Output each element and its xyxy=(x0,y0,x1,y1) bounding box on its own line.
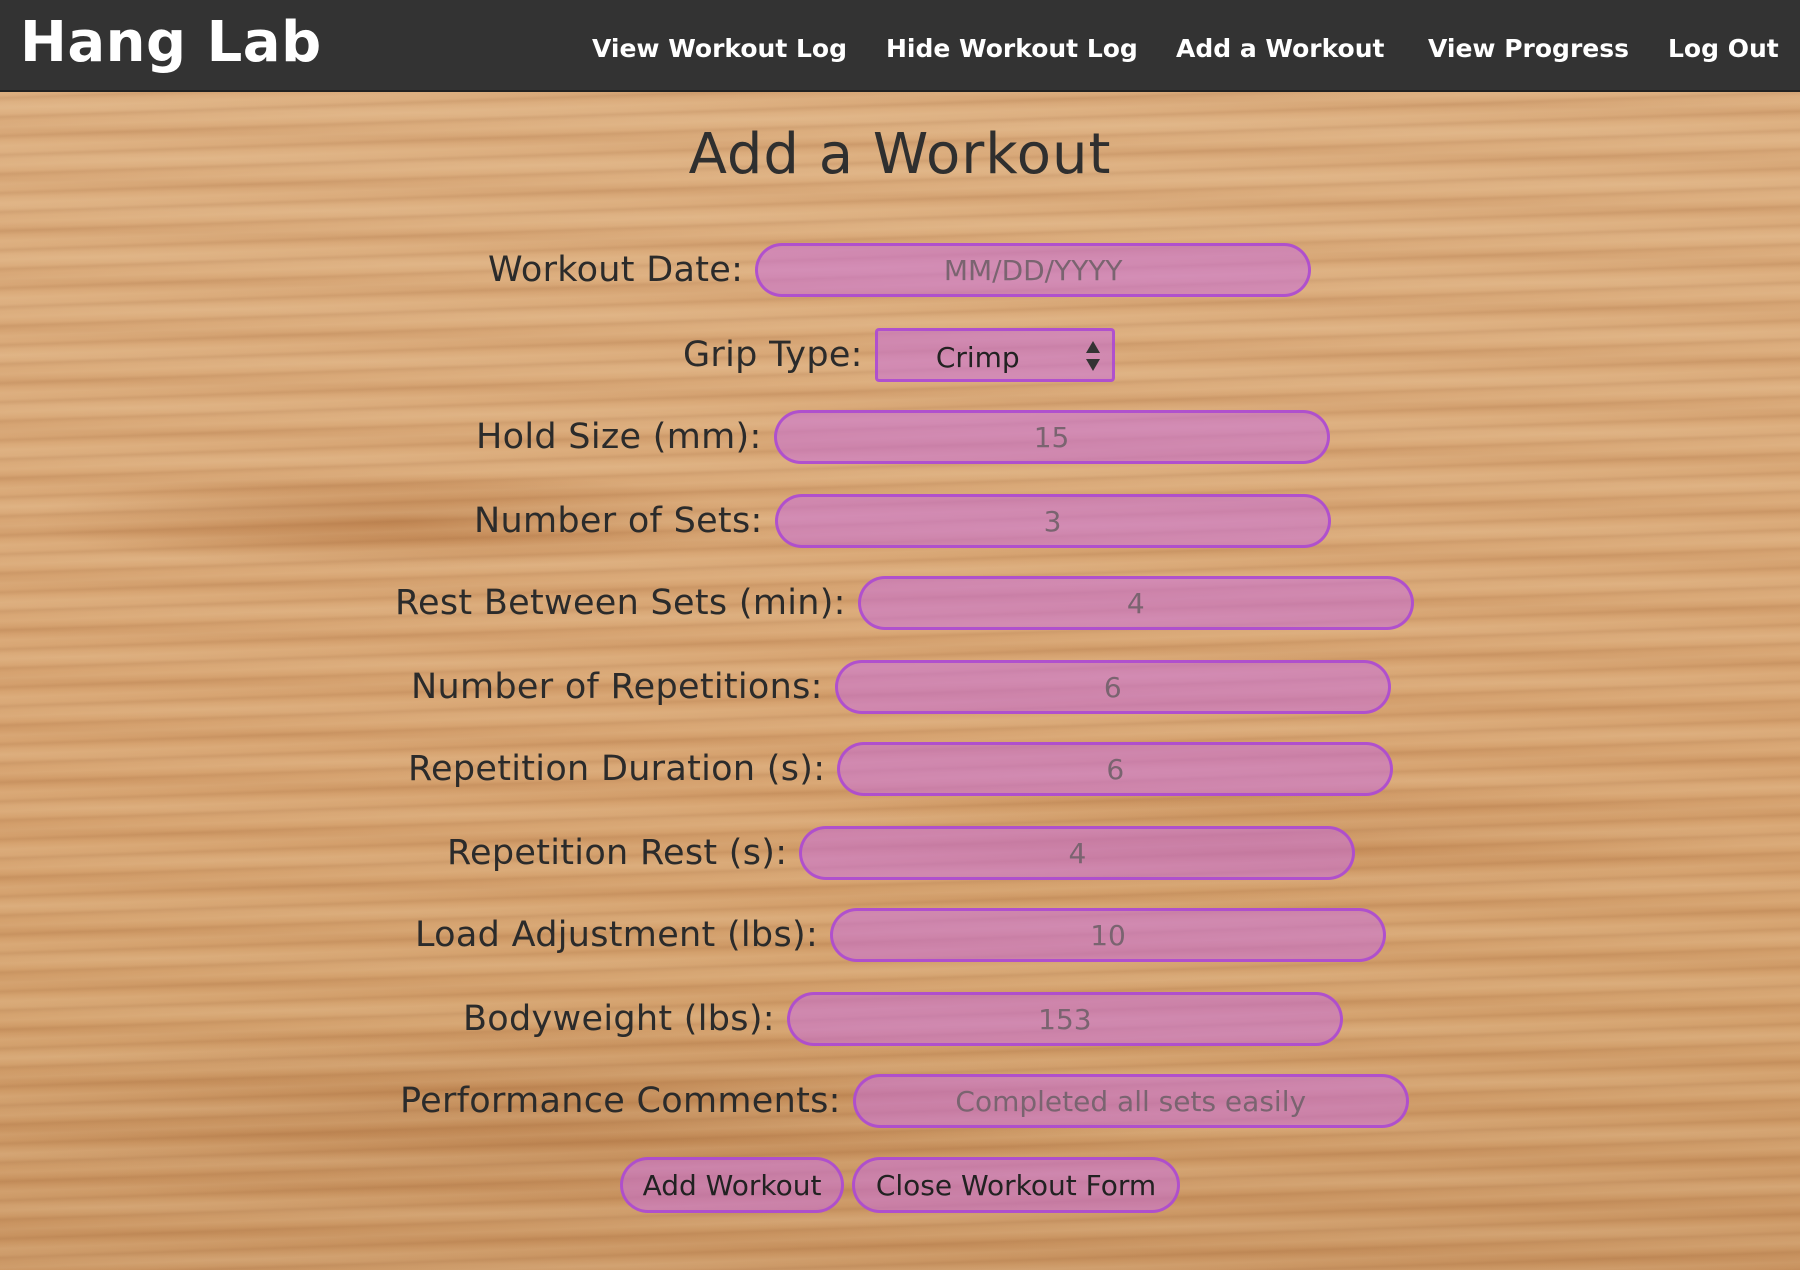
nav-add-a-workout[interactable]: Add a Workout xyxy=(1176,34,1384,63)
page-title: Add a Workout xyxy=(688,122,1112,187)
row-number-of-repetitions: Number of Repetitions: xyxy=(411,660,1391,714)
nav-log-out[interactable]: Log Out xyxy=(1668,34,1779,63)
hold-size-input[interactable] xyxy=(773,410,1330,464)
bodyweight-input[interactable] xyxy=(786,992,1343,1046)
row-workout-date: Workout Date: xyxy=(488,243,1312,297)
load-adjustment-input[interactable] xyxy=(830,908,1387,962)
row-bodyweight: Bodyweight (lbs): xyxy=(463,992,1343,1046)
nav-hide-workout-log[interactable]: Hide Workout Log xyxy=(886,34,1138,63)
row-load-adjustment: Load Adjustment (lbs): xyxy=(415,908,1387,962)
performance-comments-input[interactable] xyxy=(852,1074,1409,1128)
hold-size-label: Hold Size (mm): xyxy=(476,417,762,457)
close-workout-form-button[interactable]: Close Workout Form xyxy=(852,1157,1180,1213)
rest-between-sets-input[interactable] xyxy=(857,576,1414,630)
grip-type-selected-value: Crimp xyxy=(935,341,1020,374)
row-rest-between-sets: Rest Between Sets (min): xyxy=(395,576,1414,630)
row-performance-comments: Performance Comments: xyxy=(400,1074,1409,1128)
number-of-sets-input[interactable] xyxy=(774,494,1331,548)
repetition-duration-label: Repetition Duration (s): xyxy=(408,749,826,789)
grip-type-label: Grip Type: xyxy=(683,335,863,375)
repetition-rest-label: Repetition Rest (s): xyxy=(447,833,788,873)
row-repetition-rest: Repetition Rest (s): xyxy=(447,826,1356,880)
row-hold-size: Hold Size (mm): xyxy=(476,410,1330,464)
repetition-rest-input[interactable] xyxy=(799,826,1356,880)
repetition-duration-input[interactable] xyxy=(837,742,1394,796)
number-of-repetitions-input[interactable] xyxy=(834,660,1391,714)
bodyweight-label: Bodyweight (lbs): xyxy=(463,999,775,1039)
add-workout-button[interactable]: Add Workout xyxy=(620,1157,844,1213)
row-number-of-sets: Number of Sets: xyxy=(474,494,1331,548)
nav-view-workout-log[interactable]: View Workout Log xyxy=(592,34,847,63)
number-of-sets-label: Number of Sets: xyxy=(474,501,763,541)
grip-type-select[interactable]: Crimp xyxy=(874,328,1115,382)
brand-logo-text[interactable]: Hang Lab xyxy=(20,12,322,74)
rest-between-sets-label: Rest Between Sets (min): xyxy=(395,583,846,623)
load-adjustment-label: Load Adjustment (lbs): xyxy=(415,915,819,955)
row-repetition-duration: Repetition Duration (s): xyxy=(408,742,1394,796)
workout-date-label: Workout Date: xyxy=(488,250,744,290)
top-navbar: Hang Lab View Workout Log Hide Workout L… xyxy=(0,0,1800,92)
workout-date-input[interactable] xyxy=(755,243,1312,297)
row-grip-type: Grip Type: Crimp xyxy=(683,328,1115,382)
number-of-repetitions-label: Number of Repetitions: xyxy=(411,667,823,707)
nav-view-progress[interactable]: View Progress xyxy=(1428,34,1629,63)
select-updown-arrows-icon xyxy=(1085,341,1100,371)
performance-comments-label: Performance Comments: xyxy=(400,1081,841,1121)
